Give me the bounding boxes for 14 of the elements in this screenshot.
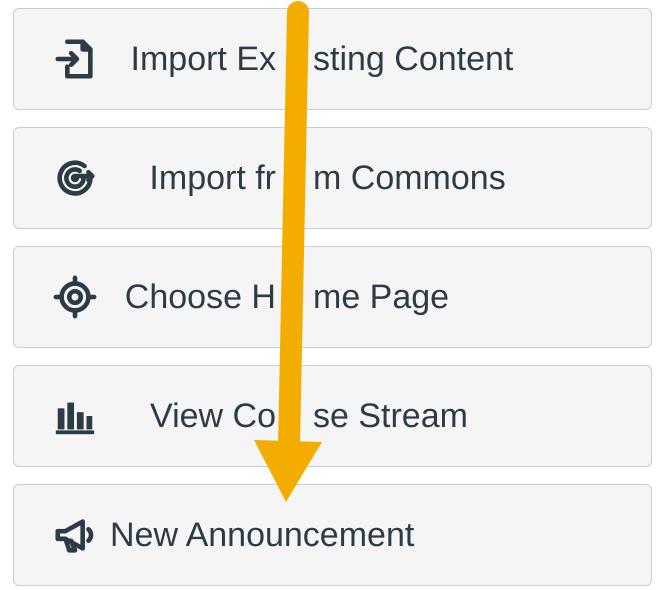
button-label: Import Ex — [130, 40, 276, 78]
button-label: sting Content — [313, 40, 514, 78]
button-label: New Announcement — [110, 516, 414, 554]
button-label: Import fr — [148, 158, 276, 198]
action-button[interactable]: Choose H me Page — [13, 246, 652, 348]
action-button[interactable]: Import fr m Commons — [13, 127, 652, 229]
button-label: Choose H — [124, 278, 276, 316]
action-button[interactable]: New Announcement — [13, 484, 652, 586]
button-label: me Page — [313, 278, 450, 316]
action-button[interactable]: View Co se Stream — [13, 365, 652, 467]
button-label: View Co — [149, 396, 276, 436]
button-label: se Stream — [313, 396, 468, 436]
action-button[interactable]: Import Ex sting Content — [13, 8, 652, 110]
button-label: m Commons — [313, 158, 506, 198]
